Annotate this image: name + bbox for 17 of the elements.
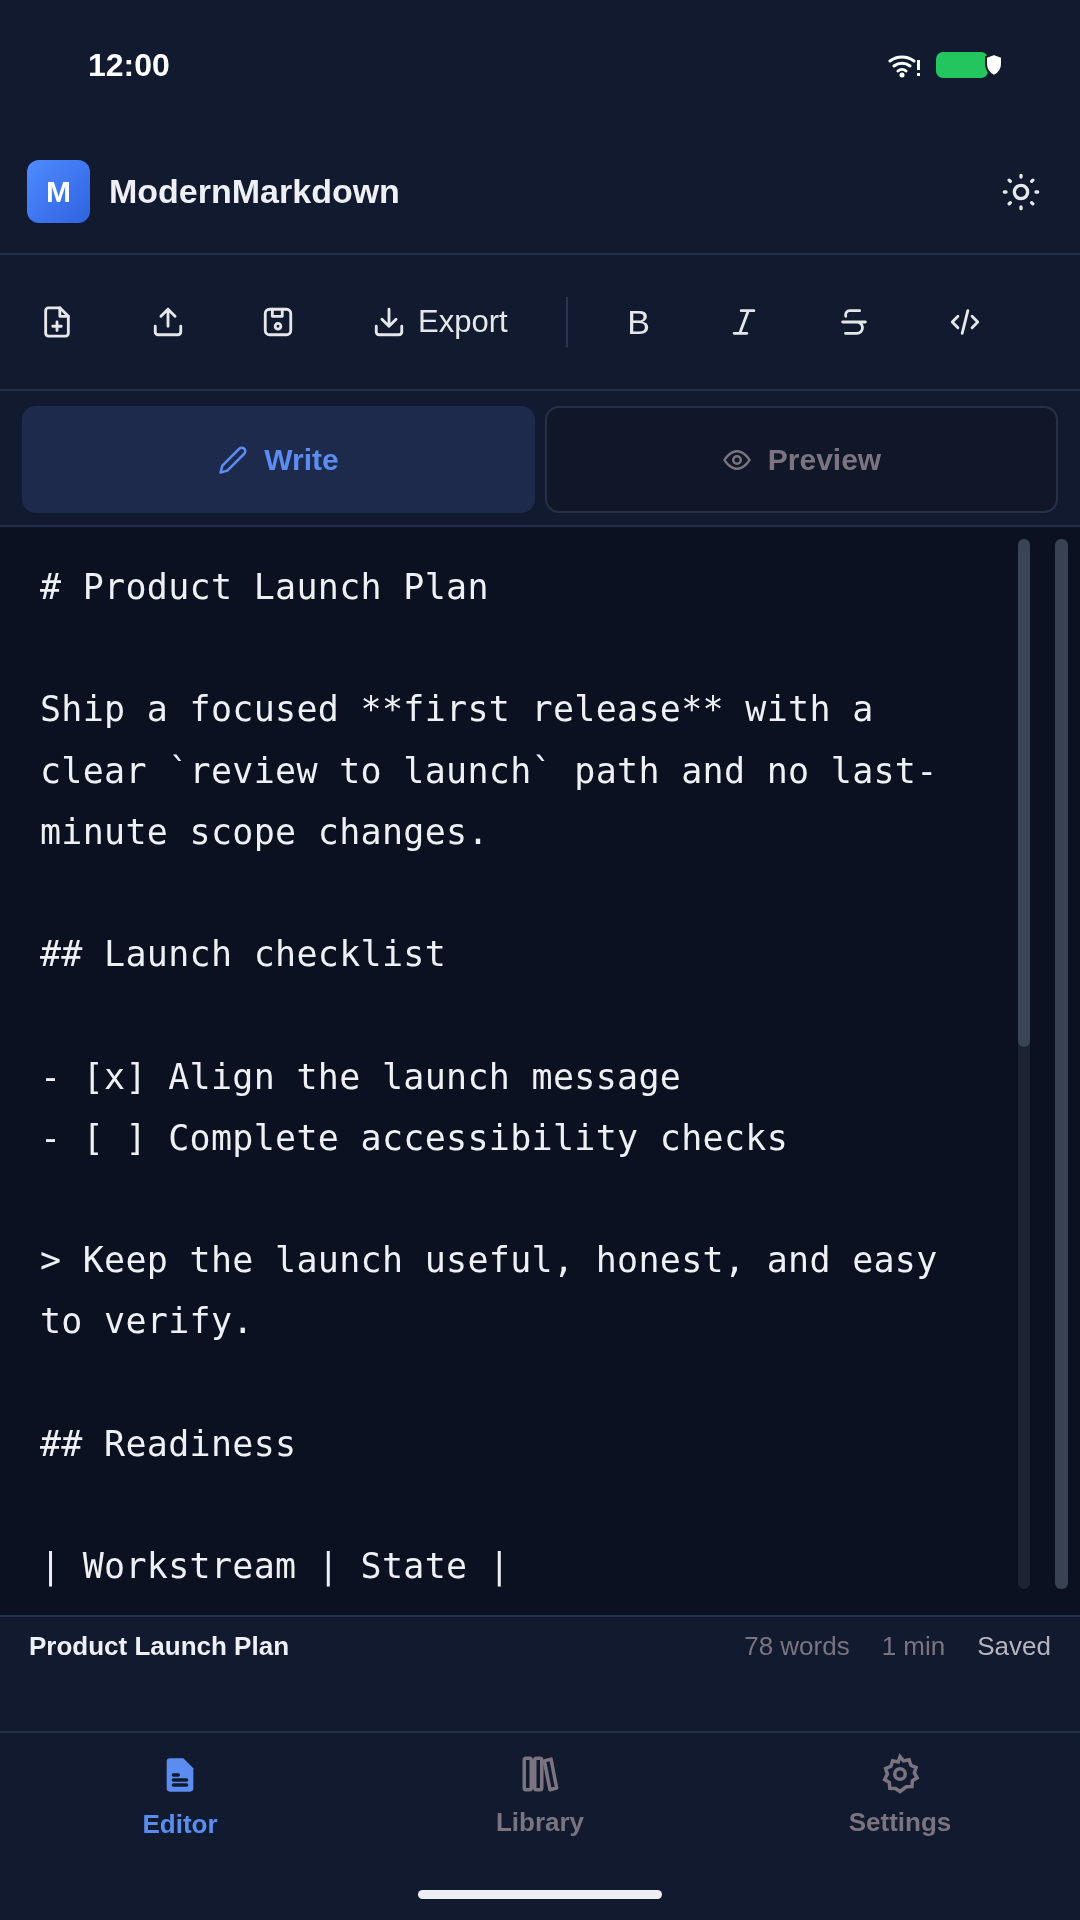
sun-icon [1001,171,1041,212]
mode-tab[interactable]: Write [22,406,535,513]
export-button[interactable]: Export [354,294,526,350]
app-title: ModernMarkdown [109,172,401,211]
mode-tab[interactable]: Preview [545,406,1058,513]
nav-tab[interactable]: Editor [0,1753,360,1840]
pencil-icon [218,444,249,475]
export-label: Export [418,304,508,340]
nav-tab[interactable]: Library [360,1753,720,1840]
word-count: 78 words [744,1631,850,1662]
save-status: Saved [977,1631,1051,1662]
status-time: 12:00 [88,46,170,84]
read-time: 1 min [881,1631,946,1662]
nav-tab[interactable]: Settings [720,1753,1080,1840]
app-logo: M [27,160,90,223]
document-name: Product Launch Plan [29,1631,291,1662]
bold-button[interactable]: B [609,292,668,352]
